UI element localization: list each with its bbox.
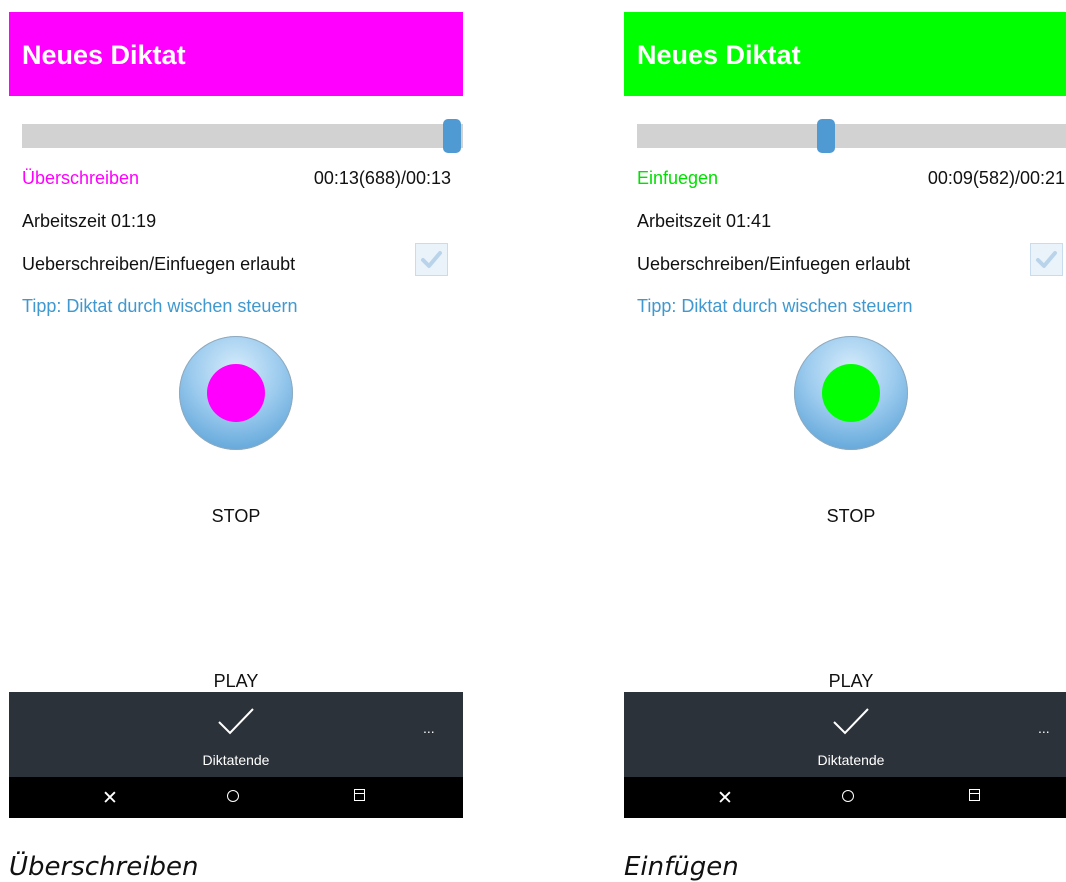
play-button[interactable]: PLAY [9, 671, 463, 692]
tip-text: Tipp: Diktat durch wischen steuern [637, 296, 913, 316]
app-title: Neues Diktat [637, 40, 801, 70]
close-icon[interactable]: ✕ [102, 787, 118, 810]
overflow-menu-icon[interactable]: ... [1038, 720, 1050, 736]
seek-bar[interactable] [637, 119, 1066, 153]
circle-icon[interactable] [227, 790, 239, 802]
record-button[interactable] [179, 336, 293, 450]
seek-thumb[interactable] [442, 119, 461, 153]
permit-label: Ueberschreiben/Einfuegen erlaubt [22, 254, 296, 274]
record-button[interactable] [794, 336, 908, 450]
recent-apps-icon[interactable] [969, 789, 980, 801]
app-bar: Neues Diktat [624, 12, 1066, 96]
stop-button[interactable]: STOP [624, 506, 1066, 527]
checkmark-icon[interactable] [216, 706, 256, 738]
play-button[interactable]: PLAY [624, 671, 1066, 692]
system-nav-bar: ✕ [624, 777, 1066, 818]
done-button[interactable]: Diktatende [624, 752, 1066, 768]
stop-button[interactable]: STOP [9, 506, 463, 527]
app-bar: Neues Diktat [9, 12, 463, 96]
recent-apps-icon[interactable] [354, 789, 365, 801]
permit-checkbox[interactable] [415, 243, 448, 276]
seek-track [22, 124, 463, 148]
system-nav-bar: ✕ [9, 777, 463, 818]
app-title: Neues Diktat [22, 40, 186, 70]
check-icon [421, 251, 442, 268]
seek-bar[interactable] [22, 119, 463, 153]
overflow-menu-icon[interactable]: ... [423, 720, 435, 736]
tip-text: Tipp: Diktat durch wischen steuern [22, 296, 298, 316]
mode-label: Einfuegen [637, 168, 719, 188]
close-icon[interactable]: ✕ [717, 787, 733, 810]
work-time: Arbeitszeit 01:19 [22, 211, 157, 231]
seek-thumb[interactable] [816, 119, 835, 153]
time-readout: 00:13(688)/00:13 [313, 168, 451, 188]
record-dot [207, 364, 265, 422]
permit-checkbox[interactable] [1030, 243, 1063, 276]
action-bar: Diktatende ... [624, 692, 1066, 777]
permit-label: Ueberschreiben/Einfuegen erlaubt [637, 254, 911, 274]
check-icon [1036, 251, 1057, 268]
action-bar: Diktatende ... [9, 692, 463, 777]
time-readout: 00:09(582)/00:21 [927, 168, 1065, 188]
circle-icon[interactable] [842, 790, 854, 802]
seek-track [637, 124, 1066, 148]
phone-screen-overwrite: Neues Diktat Überschreiben 00:13(688)/00… [9, 12, 463, 818]
phone-screen-insert: Neues Diktat Einfuegen 00:09(582)/00:21 … [624, 12, 1066, 818]
mode-label: Überschreiben [22, 168, 140, 188]
done-button[interactable]: Diktatende [9, 752, 463, 768]
checkmark-icon[interactable] [831, 706, 871, 738]
record-dot [822, 364, 880, 422]
work-time: Arbeitszeit 01:41 [637, 211, 772, 231]
